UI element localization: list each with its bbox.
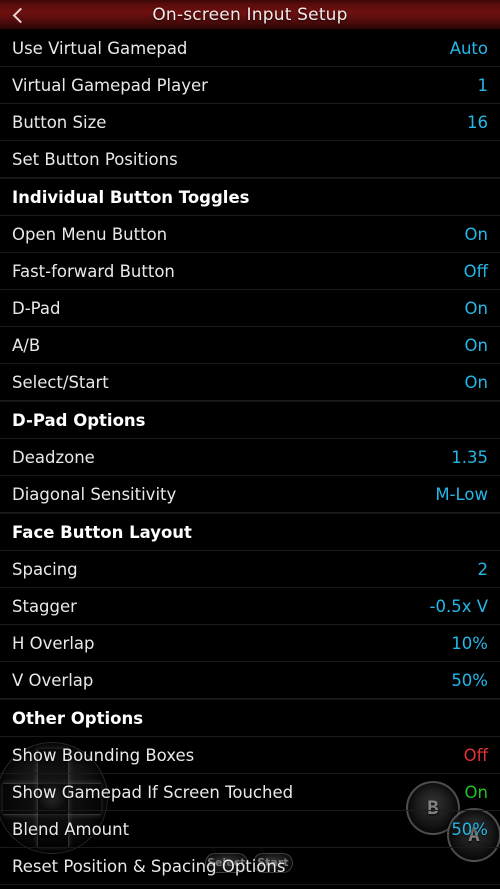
settings-row[interactable]: Deadzone 1.35: [0, 439, 500, 476]
section-header-label: Individual Button Toggles: [12, 187, 250, 207]
settings-row-label: Set Button Positions: [12, 149, 178, 169]
settings-row-value[interactable]: Off: [464, 746, 488, 765]
settings-row-label: Spacing: [12, 559, 78, 579]
settings-row-value[interactable]: 50%: [451, 820, 488, 839]
settings-section-header: D-Pad Options: [0, 401, 500, 439]
settings-row-label: Button Size: [12, 112, 107, 132]
settings-row-value[interactable]: -0.5x V: [430, 597, 489, 616]
chevron-left-icon: [12, 7, 29, 23]
settings-row-label: D-Pad: [12, 298, 61, 318]
page-title: On-screen Input Setup: [152, 4, 348, 25]
settings-row[interactable]: Reset Position & Spacing Options: [0, 848, 500, 885]
settings-row-value[interactable]: 10%: [451, 634, 488, 653]
settings-row-label: H Overlap: [12, 633, 95, 653]
settings-section-header: Face Button Layout: [0, 513, 500, 551]
settings-row-label: Stagger: [12, 596, 77, 616]
settings-row-label: Open Menu Button: [12, 224, 168, 244]
settings-row[interactable]: D-Pad On: [0, 290, 500, 327]
back-button[interactable]: [0, 0, 38, 30]
section-header-label: Face Button Layout: [12, 522, 192, 542]
settings-row-label: Blend Amount: [12, 819, 130, 839]
settings-row-value[interactable]: Auto: [450, 39, 488, 58]
settings-row[interactable]: Open Menu Button On: [0, 216, 500, 253]
settings-row-label: Show Gamepad If Screen Touched: [12, 782, 294, 802]
settings-row[interactable]: Diagonal Sensitivity M-Low: [0, 476, 500, 513]
settings-row-label: Reset Position & Spacing Options: [12, 856, 286, 876]
settings-list[interactable]: Use Virtual Gamepad Auto Virtual Gamepad P…: [0, 30, 500, 885]
settings-row[interactable]: Show Bounding Boxes Off: [0, 737, 500, 774]
settings-row[interactable]: H Overlap 10%: [0, 625, 500, 662]
settings-row-value[interactable]: Off: [464, 262, 488, 281]
settings-row-value[interactable]: On: [465, 373, 488, 392]
settings-row-value[interactable]: On: [465, 783, 488, 802]
section-header-label: D-Pad Options: [12, 410, 146, 430]
settings-row-value[interactable]: M-Low: [435, 485, 488, 504]
settings-row[interactable]: Blend Amount 50%: [0, 811, 500, 848]
on-screen-input-setup-screen: On-screen Input Setup B A Select Start U…: [0, 0, 500, 889]
settings-row[interactable]: Use Virtual Gamepad Auto: [0, 30, 500, 67]
settings-row[interactable]: V Overlap 50%: [0, 662, 500, 699]
settings-row-value[interactable]: 1: [478, 76, 489, 95]
settings-row-label: Use Virtual Gamepad: [12, 38, 188, 58]
settings-section-header: Other Options: [0, 699, 500, 737]
settings-row[interactable]: Show Gamepad If Screen Touched On: [0, 774, 500, 811]
settings-row-value[interactable]: On: [465, 336, 488, 355]
settings-row[interactable]: Button Size 16: [0, 104, 500, 141]
settings-row-value[interactable]: On: [465, 299, 488, 318]
settings-row-label: Diagonal Sensitivity: [12, 484, 177, 504]
settings-row-label: Select/Start: [12, 372, 109, 392]
settings-row[interactable]: Fast-forward Button Off: [0, 253, 500, 290]
settings-row-label: Show Bounding Boxes: [12, 745, 195, 765]
settings-row[interactable]: Spacing 2: [0, 551, 500, 588]
settings-row[interactable]: Set Button Positions: [0, 141, 500, 178]
settings-row-value[interactable]: 50%: [451, 671, 488, 690]
settings-row-label: Virtual Gamepad Player: [12, 75, 208, 95]
settings-row[interactable]: A/B On: [0, 327, 500, 364]
settings-row-label: A/B: [12, 335, 41, 355]
settings-row-label: Deadzone: [12, 447, 95, 467]
settings-row-label: V Overlap: [12, 670, 94, 690]
settings-section-header: Individual Button Toggles: [0, 178, 500, 216]
settings-row[interactable]: Select/Start On: [0, 364, 500, 401]
settings-row[interactable]: Virtual Gamepad Player 1: [0, 67, 500, 104]
titlebar: On-screen Input Setup: [0, 0, 500, 30]
settings-row-value[interactable]: 1.35: [451, 448, 488, 467]
settings-row-value[interactable]: 16: [467, 113, 488, 132]
settings-row-value[interactable]: 2: [478, 560, 489, 579]
settings-row-value[interactable]: On: [465, 225, 488, 244]
settings-row[interactable]: Stagger -0.5x V: [0, 588, 500, 625]
settings-row-label: Fast-forward Button: [12, 261, 175, 281]
section-header-label: Other Options: [12, 708, 144, 728]
